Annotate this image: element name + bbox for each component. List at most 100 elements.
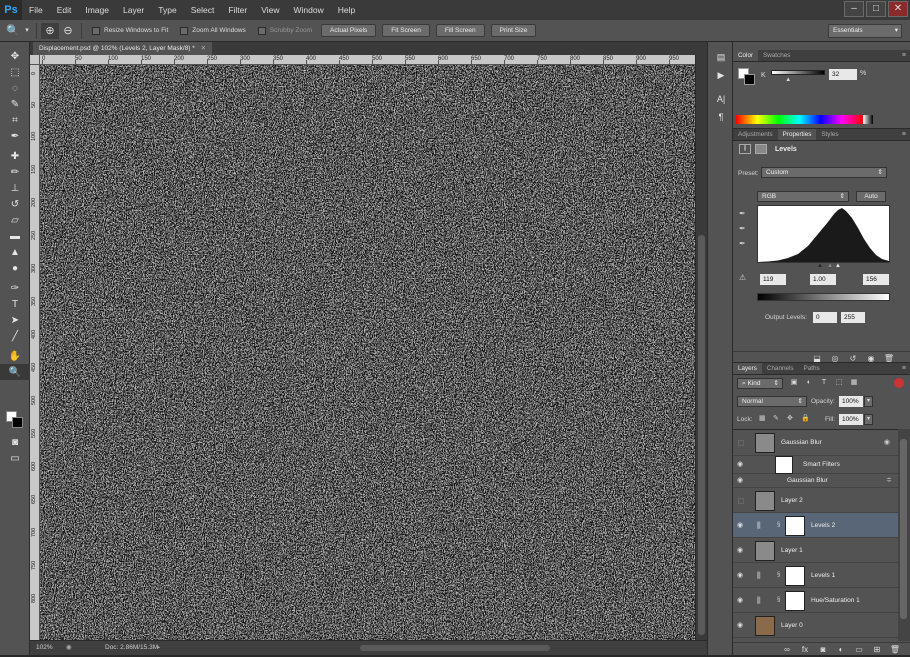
ruler-origin[interactable] xyxy=(30,55,40,65)
tool-preset-dropdown-icon[interactable]: ▾ xyxy=(22,23,32,39)
shape-tool-icon[interactable]: ╱ xyxy=(0,328,30,344)
layer-name[interactable]: Levels 1 xyxy=(811,572,835,579)
tab-color[interactable]: Color xyxy=(733,50,759,61)
resize-windows-checkbox[interactable]: Resize Windows to Fit xyxy=(92,26,168,35)
new-layer-icon[interactable]: ⊞ xyxy=(868,643,886,656)
filter-type-icon[interactable]: T xyxy=(819,378,829,388)
hand-tool-icon[interactable]: ✋ xyxy=(0,348,30,364)
black-white-ramp[interactable] xyxy=(863,115,873,124)
workspace-switcher[interactable]: Essentials ▾ xyxy=(828,24,902,38)
brush-tool-icon[interactable]: ✏ xyxy=(0,164,30,180)
gradient-tool-icon[interactable]: ▬ xyxy=(0,228,30,244)
history-brush-tool-icon[interactable]: ↺ xyxy=(0,196,30,212)
panel-menu-icon[interactable]: ≡ xyxy=(902,363,906,375)
layer-name[interactable]: Hue/Saturation 1 xyxy=(811,597,860,604)
output-low-field[interactable]: 0 xyxy=(813,312,837,323)
canvas-vertical-scrollbar[interactable] xyxy=(695,55,707,640)
layer-filter-toggle[interactable] xyxy=(894,378,904,388)
input-black-field[interactable]: 119 xyxy=(760,274,786,285)
visibility-eye-icon[interactable]: ◉ xyxy=(737,596,743,604)
gamma-handle-icon[interactable]: ▲ xyxy=(827,263,833,269)
lock-all-icon[interactable]: 🔒 xyxy=(801,414,811,422)
layer-name[interactable]: Layer 0 xyxy=(781,622,803,629)
zoom-all-windows-checkbox[interactable]: Zoom All Windows xyxy=(180,26,246,35)
blend-mode-select[interactable]: Normal ⇕ xyxy=(737,396,807,407)
layer-mask-thumbnail[interactable] xyxy=(785,566,805,586)
path-selection-tool-icon[interactable]: ➤ xyxy=(0,312,30,328)
tab-channels[interactable]: Channels xyxy=(762,363,799,374)
menu-window[interactable]: Window xyxy=(286,0,330,20)
visibility-off-icon[interactable] xyxy=(738,498,744,504)
layer-style-icon[interactable]: fx xyxy=(796,643,814,656)
pen-tool-icon[interactable]: ✑ xyxy=(0,280,30,296)
output-levels-gradient[interactable] xyxy=(757,293,890,301)
lasso-tool-icon[interactable]: ◌ xyxy=(0,80,30,96)
menu-layer[interactable]: Layer xyxy=(116,0,151,20)
layer-row[interactable]: ◉ Smart Filters xyxy=(733,456,898,474)
input-gamma-field[interactable]: 1.00 xyxy=(810,274,836,285)
crop-tool-icon[interactable]: ⌗ xyxy=(0,112,30,128)
character-panel-icon[interactable]: A| xyxy=(708,90,734,108)
tab-layers[interactable]: Layers xyxy=(733,363,762,374)
quick-selection-tool-icon[interactable]: ✎ xyxy=(0,96,30,112)
document-canvas[interactable] xyxy=(40,65,695,640)
new-adjustment-icon[interactable]: ◐ xyxy=(832,643,850,656)
layer-name[interactable]: Layer 2 xyxy=(781,497,803,504)
menu-filter[interactable]: Filter xyxy=(221,0,254,20)
add-mask-icon[interactable]: ◙ xyxy=(814,643,832,656)
healing-brush-tool-icon[interactable]: ✚ xyxy=(0,148,30,164)
layer-mask-thumbnail[interactable] xyxy=(785,516,805,536)
black-point-eyedropper-icon[interactable]: ✒ xyxy=(739,209,746,218)
history-panel-icon[interactable]: ▤ xyxy=(708,48,734,66)
panel-menu-icon[interactable]: ≡ xyxy=(902,129,906,141)
k-slider-thumb[interactable]: ▲ xyxy=(785,77,791,83)
layer-mask-icon[interactable] xyxy=(755,144,767,154)
layer-row[interactable]: ◉ Layer 1 xyxy=(733,538,898,563)
tab-styles[interactable]: Styles xyxy=(816,129,843,140)
k-value-input[interactable]: 32 xyxy=(829,69,857,80)
type-tool-icon[interactable]: T xyxy=(0,296,30,312)
fill-slider-toggle-icon[interactable]: ▾ xyxy=(864,414,873,425)
marquee-tool-icon[interactable]: ⬚ xyxy=(0,64,30,80)
layers-scrollbar[interactable] xyxy=(898,429,910,641)
layer-name[interactable]: Levels 2 xyxy=(811,522,835,529)
link-chain-icon[interactable]: § xyxy=(777,522,780,528)
background-color-swatch[interactable] xyxy=(12,417,23,428)
visibility-eye-icon[interactable]: ◉ xyxy=(737,521,743,529)
layer-row[interactable]: ◉ Gaussian Blur ≑ xyxy=(733,474,898,488)
white-point-handle-icon[interactable]: ▲ xyxy=(835,263,841,269)
document-tab[interactable]: Displacement.psd @ 102% (Levels 2, Layer… xyxy=(33,42,213,55)
layer-name[interactable]: Layer 1 xyxy=(781,547,803,554)
input-levels-slider[interactable]: ▲ ▲ ▲ xyxy=(757,263,890,270)
opacity-field[interactable]: 100% xyxy=(839,396,863,407)
menu-view[interactable]: View xyxy=(254,0,286,20)
minimize-button[interactable]: – xyxy=(844,1,864,17)
layer-row[interactable]: ◉ ⫼ § Levels 2 xyxy=(733,513,898,538)
layer-row[interactable]: ◉ ⫼ § Levels 1 xyxy=(733,563,898,588)
zoom-tool-icon[interactable]: 🔍 xyxy=(0,364,30,380)
lock-image-icon[interactable]: ✎ xyxy=(773,414,783,422)
smart-filter-mask-thumbnail[interactable] xyxy=(775,456,793,474)
link-chain-icon[interactable]: § xyxy=(777,572,780,578)
output-high-field[interactable]: 255 xyxy=(841,312,865,323)
link-layers-icon[interactable]: ∞ xyxy=(778,643,796,656)
visibility-eye-icon[interactable]: ◉ xyxy=(737,546,743,554)
white-point-eyedropper-icon[interactable]: ✒ xyxy=(739,239,746,248)
filter-adjustment-icon[interactable]: ◐ xyxy=(804,378,814,388)
filter-smart-object-icon[interactable]: ▦ xyxy=(849,378,859,388)
panel-menu-icon[interactable]: ≡ xyxy=(902,50,906,62)
visibility-eye-icon[interactable]: ◉ xyxy=(737,621,743,629)
clipping-warning-icon[interactable]: ⚠ xyxy=(739,273,746,282)
zoom-level[interactable]: 102% xyxy=(36,644,53,651)
chevron-right-icon[interactable]: ▸ xyxy=(157,643,160,651)
lock-transparent-icon[interactable]: ▦ xyxy=(759,414,769,422)
print-size-button[interactable]: Print Size xyxy=(490,24,537,37)
zoom-tool-icon[interactable]: 🔍 xyxy=(4,23,22,39)
blur-tool-icon[interactable]: ▲ xyxy=(0,244,30,260)
link-chain-icon[interactable]: § xyxy=(777,597,780,603)
visibility-eye-icon[interactable]: ◉ xyxy=(737,571,743,579)
scrollbar-thumb[interactable] xyxy=(698,235,705,635)
move-tool-icon[interactable]: ✥ xyxy=(0,48,30,64)
k-slider[interactable] xyxy=(771,70,825,75)
lock-position-icon[interactable]: ✥ xyxy=(787,414,797,422)
